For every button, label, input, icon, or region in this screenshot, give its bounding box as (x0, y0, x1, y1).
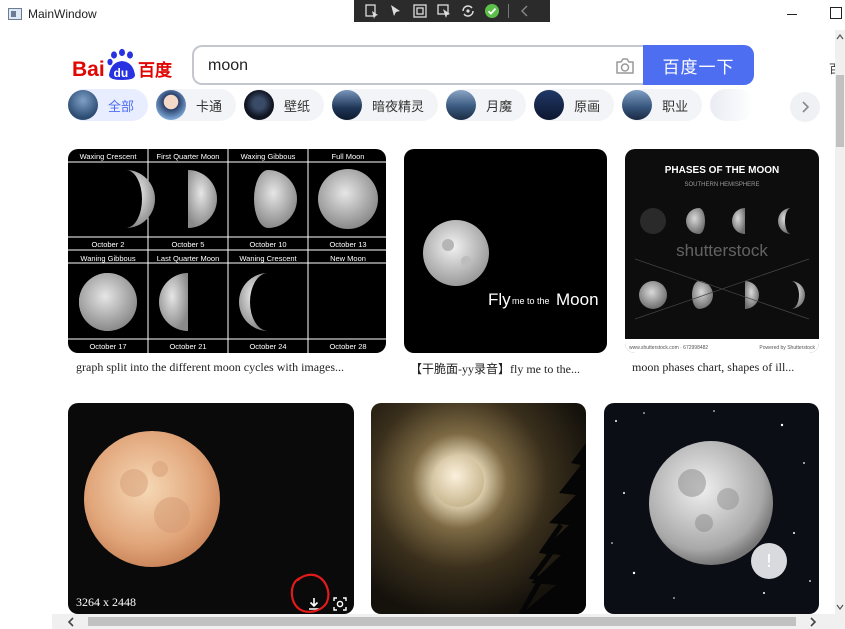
search-box (192, 45, 644, 85)
baidu-logo[interactable]: Bai du 百度 (72, 48, 176, 82)
tag-label: 月魔 (486, 99, 513, 115)
date-label: October 24 (249, 342, 286, 351)
collapse-toolbar-icon[interactable] (515, 2, 535, 20)
app-icon (8, 8, 22, 20)
tag-concept-art[interactable]: 原画 (534, 89, 615, 121)
date-label: October 5 (172, 240, 205, 249)
debug-toolbar (354, 0, 550, 22)
search-button[interactable]: 百度一下 (643, 45, 754, 85)
watermark: shutterstock (676, 241, 768, 260)
result-caption[interactable]: moon phases chart, shapes of ill... (632, 360, 816, 375)
footer-right: Powered by Shutterstock (759, 345, 815, 351)
tag-thumbnail (332, 90, 363, 120)
tag-thumbnail (244, 90, 275, 120)
vertical-scrollbar[interactable] (835, 30, 845, 614)
vertical-scroll-thumb[interactable] (836, 75, 844, 147)
logo-text-du: du (114, 66, 129, 80)
phase-label: Waxing Crescent (80, 152, 138, 161)
phase-label: Waxing Gibbous (241, 152, 296, 161)
feedback-button[interactable]: ! (751, 543, 787, 579)
tag-thumbnail (68, 90, 98, 120)
logo-text-cn: 百度 (138, 60, 173, 81)
minimize-button[interactable] (784, 6, 800, 22)
tag-partial[interactable] (710, 89, 755, 121)
hot-reload-icon[interactable] (458, 2, 478, 20)
tag-profession[interactable]: 职业 (622, 89, 703, 121)
chart-subtitle: SOUTHERN HEMISPHERE (684, 182, 759, 188)
scroll-down-icon[interactable] (835, 600, 845, 614)
window-title: MainWindow (28, 7, 97, 21)
phase-label: Last Quarter Moon (157, 254, 220, 263)
overlay-moon: Moon (556, 290, 599, 309)
date-label: October 28 (329, 342, 366, 351)
result-card-1[interactable]: Waxing Crescent First Quarter Moon Waxin… (68, 149, 386, 379)
phase-label: Waning Gibbous (80, 254, 135, 263)
scroll-right-icon[interactable] (806, 615, 820, 629)
phase-label: New Moon (330, 254, 366, 263)
camera-icon[interactable] (614, 56, 636, 76)
horizontal-scroll-thumb[interactable] (88, 617, 796, 626)
result-card-2[interactable]: Fly me to the Moon 【干脆面-yy录音】fly me to t… (404, 149, 607, 379)
result-card-5[interactable] (371, 403, 586, 614)
chevron-right-icon (802, 101, 810, 113)
tag-cartoon[interactable]: 卡通 (156, 89, 237, 121)
tag-label: 全部 (108, 99, 135, 115)
chart-title: PHASES OF THE MOON (665, 165, 779, 176)
image-size-label: 3264 x 2448 (76, 595, 136, 609)
tags-next-button[interactable] (790, 92, 820, 122)
tag-row: 全部 卡通 壁纸 暗夜精灵 月魔 原画 职业 (68, 89, 828, 123)
date-label: October 21 (169, 342, 206, 351)
tag-moon-demon[interactable]: 月魔 (446, 89, 527, 121)
result-image-3[interactable]: PHASES OF THE MOON SOUTHERN HEMISPHERE s… (625, 149, 819, 353)
search-input[interactable] (208, 54, 598, 78)
phase-label: Full Moon (332, 152, 365, 161)
result-image-2[interactable]: Fly me to the Moon (404, 149, 607, 353)
tag-wallpaper[interactable]: 壁纸 (244, 89, 325, 121)
tag-thumbnail (534, 90, 565, 120)
tag-thumbnail (156, 90, 187, 120)
tag-label: 卡通 (196, 99, 223, 115)
date-label: October 10 (249, 240, 286, 249)
footer-left: www.shutterstock.com · 672998482 (629, 345, 708, 351)
track-focus-icon[interactable] (434, 2, 454, 20)
phase-label: First Quarter Moon (157, 152, 220, 161)
annotation-circle-mark (290, 573, 330, 613)
tag-night-elf[interactable]: 暗夜精灵 (332, 89, 439, 121)
tag-label: 壁纸 (284, 99, 311, 115)
scroll-up-icon[interactable] (835, 30, 845, 44)
date-label: October 17 (89, 342, 126, 351)
tag-label: 职业 (662, 99, 689, 115)
result-card-6[interactable] (604, 403, 819, 614)
tag-label: 暗夜精灵 (372, 99, 425, 115)
tag-all[interactable]: 全部 (68, 89, 149, 121)
tag-thumbnail (622, 90, 653, 120)
date-label: October 2 (92, 240, 125, 249)
result-caption[interactable]: 【干脆面-yy录音】fly me to the... (410, 360, 604, 377)
result-image-6[interactable] (604, 403, 819, 614)
result-image-5[interactable] (371, 403, 586, 614)
logo-text-bai: Bai (72, 58, 105, 81)
browser-page: Bai du 百度 百度一下 百 全部 卡通 (0, 30, 835, 614)
tag-label: 原画 (574, 99, 601, 115)
horizontal-scrollbar[interactable] (52, 614, 845, 629)
maximize-button[interactable] (830, 7, 842, 19)
result-card-3[interactable]: PHASES OF THE MOON SOUTHERN HEMISPHERE s… (625, 149, 819, 379)
date-label: October 13 (329, 240, 366, 249)
toolbar-separator (508, 4, 509, 18)
result-image-1[interactable]: Waxing Crescent First Quarter Moon Waxin… (68, 149, 386, 353)
status-ok-icon (482, 2, 502, 20)
layout-adorner-icon[interactable] (410, 2, 430, 20)
phase-label: Waning Crescent (239, 254, 297, 263)
result-caption[interactable]: graph split into the different moon cycl… (76, 360, 380, 375)
overlay-fly: Fly (488, 290, 511, 309)
live-tree-icon[interactable] (362, 2, 382, 20)
visual-search-icon[interactable] (332, 596, 348, 612)
select-element-icon[interactable] (386, 2, 406, 20)
overlay-mid: me to the (512, 296, 550, 306)
scroll-left-icon[interactable] (64, 615, 78, 629)
tag-thumbnail (446, 90, 477, 120)
